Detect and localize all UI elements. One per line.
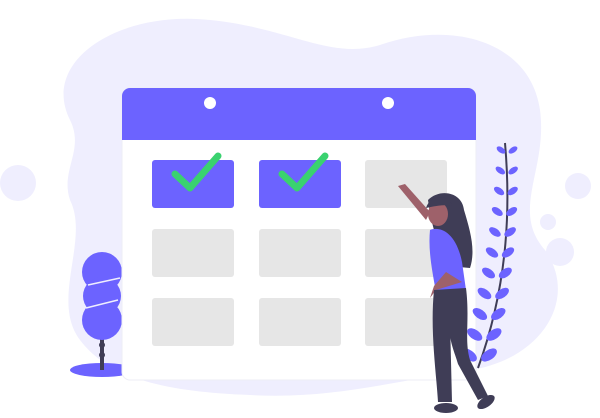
calendar-cell[interactable] xyxy=(152,298,234,346)
calendar-ring xyxy=(382,97,394,109)
calendar-cell[interactable] xyxy=(259,298,341,346)
calendar-ring xyxy=(204,97,216,109)
calendar xyxy=(121,87,477,381)
calendar-cell[interactable] xyxy=(152,229,234,277)
calendar-header xyxy=(122,88,476,140)
calendar-cell[interactable] xyxy=(259,229,341,277)
decor-circle xyxy=(540,214,556,230)
calendar-illustration xyxy=(0,18,591,413)
decor-circle xyxy=(546,238,574,266)
decor-circle xyxy=(565,173,591,199)
decor-circle xyxy=(0,165,36,201)
